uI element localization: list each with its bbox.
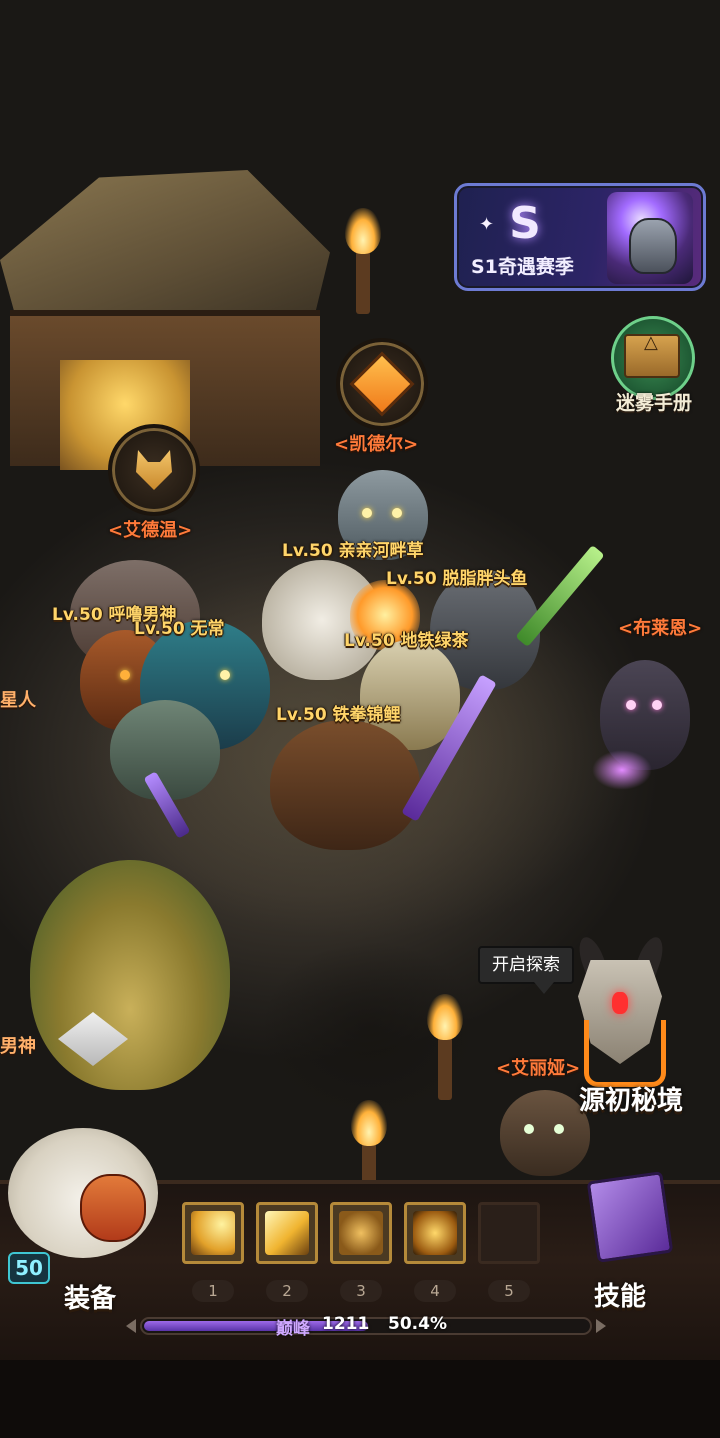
season-title: S1奇遇赛季 xyxy=(471,256,574,278)
torch-flame xyxy=(427,994,463,1040)
npc-badge-kaideer[interactable] xyxy=(336,338,428,430)
slot-number: 4 xyxy=(414,1280,456,1302)
npc-name-kaideer: <凯德尔> xyxy=(334,434,419,455)
side-label-god: 男神 xyxy=(0,1036,36,1057)
player-name: Lv.50 无常 xyxy=(134,619,225,639)
slot-number: 1 xyxy=(192,1280,234,1302)
diamond-quest-icon xyxy=(349,351,415,417)
realm-label: 源初秘境 xyxy=(578,1086,683,1116)
hut xyxy=(0,140,340,470)
sparkle-icon: ✦ xyxy=(479,214,495,235)
helmet-icon xyxy=(629,218,677,274)
slash-skill-icon xyxy=(191,1211,235,1255)
skill-button-label[interactable]: 技能 xyxy=(594,1276,646,1313)
skill-slot-3[interactable] xyxy=(330,1202,392,1264)
npc-badge-aidewen[interactable] xyxy=(108,424,200,516)
crystal-ball-glow xyxy=(592,750,652,790)
npc-name-aidewen: <艾德温> xyxy=(108,520,193,541)
demon-skill-icon xyxy=(413,1211,457,1255)
season-banner[interactable]: ✦ S S1奇遇赛季 xyxy=(454,183,706,291)
player-character-knight[interactable] xyxy=(110,700,220,800)
slot-number: 2 xyxy=(266,1280,308,1302)
claw-skill-icon xyxy=(339,1211,383,1255)
slot-number: 3 xyxy=(340,1280,382,1302)
avatar-mask xyxy=(80,1174,146,1242)
slot-number: 5 xyxy=(488,1280,530,1302)
player-character-pineapple[interactable] xyxy=(30,860,230,1090)
player-character-brawler[interactable] xyxy=(270,720,420,850)
skill-slot-4[interactable] xyxy=(404,1202,466,1264)
handbook-label: 迷雾手册 xyxy=(615,392,692,414)
rank-label: 巅峰 xyxy=(276,1319,310,1339)
skill-slot-2[interactable] xyxy=(256,1202,318,1264)
equip-button[interactable]: 装备 xyxy=(64,1278,116,1315)
progress-percent: 50.4% xyxy=(388,1314,447,1334)
hud-footer xyxy=(0,1360,720,1438)
rank-value: 1211 xyxy=(322,1314,370,1334)
season-s-icon: S xyxy=(509,198,541,249)
realm-frame xyxy=(584,1020,666,1087)
spellbook-icon xyxy=(586,1171,674,1263)
wave-skill-icon xyxy=(265,1211,309,1255)
mist-handbook-button[interactable]: △ 迷雾手册 xyxy=(604,316,704,416)
torch-flame xyxy=(351,1100,387,1146)
player-level-badge: 50 xyxy=(8,1252,50,1284)
triangle-rune-icon: △ xyxy=(644,332,658,353)
fox-icon xyxy=(136,450,172,490)
player-name: Lv.50 脱脂胖头鱼 xyxy=(386,569,528,589)
knight-portrait-icon xyxy=(607,192,693,284)
npc-name-bulaien: <布莱恩> xyxy=(618,618,703,639)
torch xyxy=(438,1036,452,1100)
player-name: Lv.50 铁拳锦鲤 xyxy=(276,705,401,725)
skill-book-button[interactable] xyxy=(572,1164,682,1264)
side-label-star: 星人 xyxy=(0,690,36,711)
origin-realm-button[interactable]: 源初秘境 xyxy=(556,930,706,1120)
player-name: Lv.50 地铁绿茶 xyxy=(344,631,469,651)
skill-slot-5[interactable] xyxy=(478,1202,540,1264)
torch-flame xyxy=(345,208,381,254)
hut-roof xyxy=(0,170,330,320)
skill-slot-1[interactable] xyxy=(182,1202,244,1264)
red-gem-icon xyxy=(612,992,628,1014)
torch xyxy=(356,250,370,314)
player-name: Lv.50 亲亲河畔草 xyxy=(282,541,424,561)
